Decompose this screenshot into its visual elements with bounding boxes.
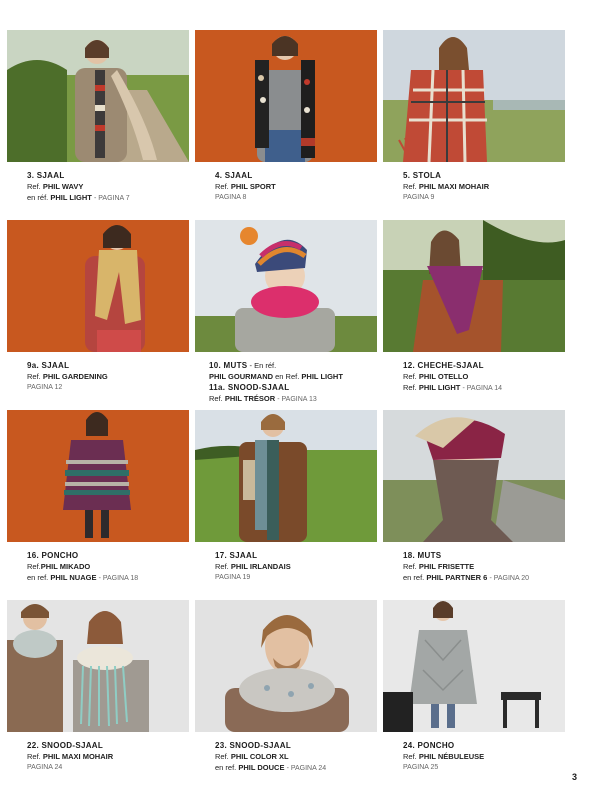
caption: 10. MUTS - En réf. PHIL GOURMAND en Ref.… bbox=[209, 360, 384, 405]
yarn-ref: PHIL IRLANDAIS bbox=[230, 562, 291, 571]
photo-muts-18 bbox=[383, 410, 565, 542]
item-title-2: 11a. SNOOD-SJAAL bbox=[209, 383, 290, 392]
page-ref: - PAGINA 20 bbox=[489, 575, 529, 582]
card-16: 16. PONCHO Ref.PHIL MIKADO en ref. PHIL … bbox=[7, 410, 189, 582]
card-4: 4. SJAAL Ref. PHIL SPORT PAGINA 8 bbox=[195, 30, 377, 201]
yarn-ref: PHIL NÉBULEUSE bbox=[418, 752, 485, 761]
yarn-ref: PHIL COLOR XL bbox=[230, 752, 289, 761]
yarn-ref: PHIL FRISETTE bbox=[418, 562, 475, 571]
page-ref: - PAGINA 14 bbox=[462, 385, 503, 392]
item-title: 16. PONCHO bbox=[27, 551, 79, 560]
card-22: 22. SNOOD-SJAAL Ref. PHIL MAXI MOHAIR PA… bbox=[7, 600, 189, 771]
item-title: 4. SJAAL bbox=[215, 171, 253, 180]
yarn-ref: PHIL NUAGE bbox=[50, 573, 97, 582]
caption: 23. SNOOD-SJAAL Ref. PHIL COLOR XL en re… bbox=[215, 740, 390, 774]
yarn-ref: PHIL LIGHT bbox=[418, 383, 461, 392]
photo-poncho-16 bbox=[7, 410, 189, 542]
caption: 18. MUTS Ref. PHIL FRISETTE en ref. PHIL… bbox=[403, 550, 578, 584]
yarn-ref: PHIL SPORT bbox=[230, 182, 276, 191]
photo-sjaal-9a bbox=[7, 220, 189, 352]
card-9a: 9a. SJAAL Ref. PHIL GARDENING PAGINA 12 bbox=[7, 220, 189, 391]
yarn-ref: PHIL MAXI MOHAIR bbox=[42, 752, 114, 761]
card-17: 17. SJAAL Ref. PHIL IRLANDAIS PAGINA 19 bbox=[195, 410, 377, 581]
page-ref: - PAGINA 7 bbox=[93, 195, 130, 202]
caption: 4. SJAAL Ref. PHIL SPORT PAGINA 8 bbox=[215, 170, 390, 203]
card-23: 23. SNOOD-SJAAL Ref. PHIL COLOR XL en re… bbox=[195, 600, 377, 772]
caption: 24. PONCHO Ref. PHIL NÉBULEUSE PAGINA 25 bbox=[403, 740, 578, 773]
item-title: 24. PONCHO bbox=[403, 741, 455, 750]
caption: 17. SJAAL Ref. PHIL IRLANDAIS PAGINA 19 bbox=[215, 550, 390, 583]
yarn-ref: PHIL PARTNER 6 bbox=[426, 573, 488, 582]
photo-poncho-24 bbox=[383, 600, 565, 732]
photo-stola-5 bbox=[383, 30, 565, 162]
item-title: 18. MUTS bbox=[403, 551, 442, 560]
page-ref: PAGINA 8 bbox=[215, 194, 247, 201]
page-number: 3 bbox=[571, 772, 577, 782]
item-title: 23. SNOOD-SJAAL bbox=[215, 741, 292, 750]
photo-muts-10 bbox=[195, 220, 377, 352]
photo-snood-22 bbox=[7, 600, 189, 732]
item-title: 3. SJAAL bbox=[27, 171, 65, 180]
yarn-ref: PHIL DOUCE bbox=[238, 763, 285, 772]
yarn-ref: PHIL TRÉSOR bbox=[224, 394, 276, 403]
photo-snood-23 bbox=[195, 600, 377, 732]
yarn-ref: PHIL MIKADO bbox=[40, 562, 91, 571]
page-ref: PAGINA 9 bbox=[403, 194, 435, 201]
item-title: 17. SJAAL bbox=[215, 551, 258, 560]
card-10-11a: 10. MUTS - En réf. PHIL GOURMAND en Ref.… bbox=[195, 220, 377, 403]
yarn-ref: PHIL MAXI MOHAIR bbox=[418, 182, 490, 191]
caption: 22. SNOOD-SJAAL Ref. PHIL MAXI MOHAIR PA… bbox=[27, 740, 202, 773]
item-title: 10. MUTS bbox=[209, 361, 248, 370]
page-ref: PAGINA 19 bbox=[215, 574, 251, 581]
yarn-ref: PHIL GARDENING bbox=[42, 372, 108, 381]
photo-sjaal-4 bbox=[195, 30, 377, 162]
photo-sjaal-3 bbox=[7, 30, 189, 162]
card-18: 18. MUTS Ref. PHIL FRISETTE en ref. PHIL… bbox=[383, 410, 565, 582]
item-title: 9a. SJAAL bbox=[27, 361, 70, 370]
photo-sjaal-17 bbox=[195, 410, 377, 542]
caption: 9a. SJAAL Ref. PHIL GARDENING PAGINA 12 bbox=[27, 360, 202, 393]
card-5: 5. STOLA Ref. PHIL MAXI MOHAIR PAGINA 9 bbox=[383, 30, 565, 201]
page-ref: - PAGINA 13 bbox=[277, 396, 317, 403]
caption: 5. STOLA Ref. PHIL MAXI MOHAIR PAGINA 9 bbox=[403, 170, 578, 203]
card-24: 24. PONCHO Ref. PHIL NÉBULEUSE PAGINA 25 bbox=[383, 600, 565, 771]
page-ref: PAGINA 25 bbox=[403, 764, 439, 771]
caption: 12. CHECHE-SJAAL Ref. PHIL OTELLO Ref. P… bbox=[403, 360, 578, 394]
caption: 16. PONCHO Ref.PHIL MIKADO en ref. PHIL … bbox=[27, 550, 202, 584]
yarn-ref: PHIL LIGHT bbox=[50, 193, 92, 202]
photo-cheche-12 bbox=[383, 220, 565, 352]
item-title: 22. SNOOD-SJAAL bbox=[27, 741, 104, 750]
page-ref: PAGINA 24 bbox=[27, 764, 63, 771]
item-title: 5. STOLA bbox=[403, 171, 442, 180]
yarn-ref: PHIL OTELLO bbox=[418, 372, 469, 381]
yarn-ref: PHIL GOURMAND bbox=[209, 372, 274, 381]
page-ref: PAGINA 12 bbox=[27, 384, 63, 391]
caption: 3. SJAAL Ref. PHIL WAVY en réf. PHIL LIG… bbox=[27, 170, 202, 204]
page-ref: - PAGINA 18 bbox=[98, 575, 139, 582]
card-12: 12. CHECHE-SJAAL Ref. PHIL OTELLO Ref. P… bbox=[383, 220, 565, 392]
card-3: 3. SJAAL Ref. PHIL WAVY en réf. PHIL LIG… bbox=[7, 30, 189, 202]
page-ref: - PAGINA 24 bbox=[286, 765, 327, 772]
yarn-ref: PHIL LIGHT bbox=[301, 372, 343, 381]
item-title: 12. CHECHE-SJAAL bbox=[403, 361, 484, 370]
yarn-ref: PHIL WAVY bbox=[42, 182, 84, 191]
